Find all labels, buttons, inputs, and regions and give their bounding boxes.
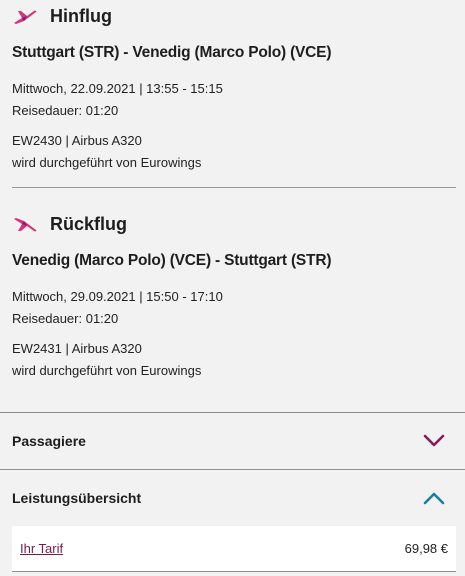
return-header: Rückflug [12, 208, 453, 240]
plane-departure-icon [14, 10, 37, 24]
return-route: Venedig (Marco Polo) (VCE) - Stuttgart (… [12, 252, 332, 269]
return-flight-number: EW2431 | Airbus A320 [12, 341, 142, 356]
flight-divider [12, 187, 456, 188]
passengers-section-toggle[interactable]: Passagiere [0, 412, 465, 469]
passengers-section-title: Passagiere [12, 433, 86, 449]
outbound-title: Hinflug [50, 5, 112, 26]
outbound-route: Stuttgart (STR) - Venedig (Marco Polo) (… [12, 44, 332, 61]
chevron-down-icon [423, 434, 445, 447]
bottom-divider [12, 571, 456, 572]
plane-arrival-icon [14, 218, 37, 232]
chevron-up-icon [423, 492, 445, 505]
outbound-duration: Reisedauer: 01:20 [12, 103, 119, 118]
return-duration: Reisedauer: 01:20 [12, 311, 119, 326]
services-section-toggle[interactable]: Leistungsübersicht [0, 469, 465, 526]
outbound-header: Hinflug [12, 0, 453, 32]
return-flight-card: Rückflug Venedig (Marco Polo) (VCE) - St… [0, 208, 465, 412]
outbound-operator: wird durchgeführt von Eurowings [12, 155, 202, 170]
services-section-title: Leistungsübersicht [12, 490, 142, 506]
outbound-datetime: Mittwoch, 22.09.2021 | 13:55 - 15:15 [12, 81, 223, 96]
return-datetime: Mittwoch, 29.09.2021 | 15:50 - 17:10 [12, 289, 223, 304]
tariff-link[interactable]: Ihr Tarif [20, 541, 63, 556]
outbound-flight-card: Hinflug Stuttgart (STR) - Venedig (Marco… [0, 0, 465, 188]
return-title: Rückflug [50, 213, 128, 234]
outbound-flight-number: EW2430 | Airbus A320 [12, 133, 142, 148]
tariff-row: Ihr Tarif 69,98 € [12, 526, 456, 571]
booking-summary: Hinflug Stuttgart (STR) - Venedig (Marco… [0, 0, 465, 576]
tariff-price: 69,98 € [404, 541, 448, 556]
return-operator: wird durchgeführt von Eurowings [12, 363, 202, 378]
